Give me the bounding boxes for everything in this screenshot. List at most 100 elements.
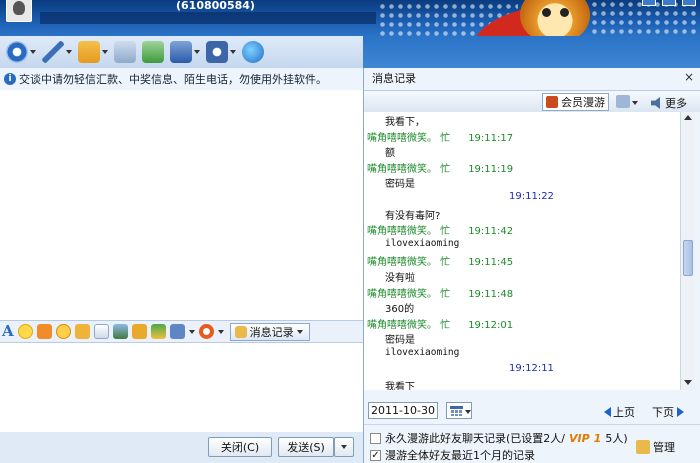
- chat-display-area[interactable]: [0, 90, 363, 320]
- voice-call-button[interactable]: [42, 39, 72, 65]
- history-message-text: ilovexiaoming: [385, 347, 460, 358]
- export-dropdown-icon[interactable]: [632, 101, 638, 105]
- message-history-panel: 消息记录 × 会员漫游 更多 我看下， 嘴角嘻嘻微笑。 忙 19:11:17 额嘴角嘻…: [363, 68, 700, 463]
- message-time: 19:11:45: [468, 257, 514, 269]
- history-sender-line: 嘴角嘻嘻微笑。 忙 19:12:01: [367, 316, 513, 331]
- history-message-text: 我看下: [385, 382, 415, 390]
- history-list[interactable]: 我看下， 嘴角嘻嘻微笑。 忙 19:11:17 额嘴角嘻嘻微笑。 忙 19:11:19 密…: [364, 112, 680, 390]
- vip-roaming-button[interactable]: 会员漫游: [542, 93, 609, 111]
- gift-icon[interactable]: [150, 324, 166, 339]
- music-icon[interactable]: [131, 324, 147, 339]
- scroll-up-icon[interactable]: [684, 115, 692, 120]
- monthly-roaming-text: 漫游全体好友最近1个月的记录: [385, 449, 535, 462]
- send-button[interactable]: 发送(S): [278, 437, 334, 457]
- history-message-text: 额: [385, 148, 395, 160]
- prev-page-label: 上页: [613, 406, 635, 419]
- format-toolbar: A 消息记录: [0, 320, 363, 342]
- message-record-button[interactable]: 消息记录: [229, 322, 310, 341]
- window-controls: [642, 0, 696, 6]
- message-time: 19:11:19: [468, 163, 514, 175]
- voice-icon: [42, 41, 64, 63]
- manage-icon: [636, 440, 650, 454]
- title-bar: (610800584): [0, 0, 700, 36]
- history-title-bar: 消息记录 ×: [364, 68, 700, 88]
- scroll-down-icon[interactable]: [684, 380, 692, 385]
- sender-name: 嘴角嘻嘻微笑。 忙: [367, 226, 451, 238]
- close-window-button[interactable]: [682, 0, 696, 6]
- maximize-button[interactable]: [662, 0, 676, 6]
- more-button[interactable]: 更多: [651, 95, 687, 111]
- history-message-text: 密码是: [385, 179, 415, 191]
- settings-button[interactable]: [206, 39, 236, 65]
- button-bar: 关闭(C) 发送(S): [0, 432, 363, 463]
- arrow-left-icon: [604, 407, 611, 417]
- vip-roaming-label: 会员漫游: [561, 96, 605, 109]
- arrow-right-icon: [677, 407, 684, 417]
- image-icon[interactable]: [112, 324, 128, 339]
- more-label: 更多: [665, 97, 687, 110]
- calendar-button[interactable]: [446, 402, 472, 419]
- next-page-button[interactable]: 下页: [652, 404, 684, 420]
- video-call-button[interactable]: [6, 39, 36, 65]
- thumbs-up-icon[interactable]: [74, 324, 90, 339]
- history-sender-line: 嘴角嘻嘻微笑。 忙 19:11:45: [367, 253, 513, 268]
- calendar-icon: [450, 406, 463, 416]
- history-sender-line: 嘴角嘻嘻微笑。 忙 19:11:17: [367, 129, 513, 144]
- permanent-roaming-checkbox[interactable]: [370, 432, 381, 444]
- message-record-icon: [234, 325, 247, 338]
- vip-badge: VIP: [569, 431, 590, 445]
- self-message-time: 19:11:22: [509, 191, 554, 202]
- doodle-icon[interactable]: [93, 324, 109, 339]
- vip-count: 1: [593, 431, 602, 445]
- file-transfer-button[interactable]: [78, 39, 108, 65]
- permanent-roaming-option[interactable]: 永久漫游此好友聊天记录(已设置2人/VIP 1 5人): [370, 430, 628, 446]
- sender-name: 嘴角嘻嘻微笑。 忙: [367, 257, 451, 269]
- monthly-roaming-checkbox[interactable]: ✓: [370, 449, 381, 461]
- apps-button[interactable]: [170, 39, 200, 65]
- qq-number: (610800584): [176, 0, 255, 12]
- close-icon[interactable]: ×: [684, 70, 694, 84]
- browser-button[interactable]: [242, 39, 264, 65]
- avatar[interactable]: [6, 0, 32, 22]
- close-button[interactable]: 关闭(C): [208, 437, 272, 457]
- message-input[interactable]: [0, 342, 363, 432]
- chat-toolbar: [0, 36, 363, 68]
- sender-name: 嘴角嘻嘻微笑。 忙: [367, 163, 451, 175]
- next-page-label: 下页: [652, 406, 674, 419]
- date-field[interactable]: 2011-10-30: [368, 402, 438, 419]
- permanent-roaming-text: 永久漫游此好友聊天记录(已设置2人/: [385, 432, 565, 445]
- emoticon-icon[interactable]: [17, 324, 33, 339]
- monthly-roaming-option[interactable]: ✓ 漫游全体好友最近1个月的记录: [370, 447, 535, 463]
- shake-icon[interactable]: [55, 324, 71, 339]
- export-icon[interactable]: [616, 95, 630, 108]
- history-navigation: 2011-10-30 上页 下页: [364, 400, 700, 422]
- history-title: 消息记录: [372, 72, 416, 85]
- file-transfer-icon: [78, 41, 100, 63]
- email-button[interactable]: [114, 39, 136, 65]
- toolbar-background-right: [363, 36, 700, 68]
- video-icon: [6, 41, 28, 63]
- sender-name: 嘴角嘻嘻微笑。 忙: [367, 288, 451, 300]
- message-record-label: 消息记录: [249, 325, 294, 339]
- history-sender-line: 嘴角嘻嘻微笑。 忙 19:11:42: [367, 222, 513, 237]
- prev-page-button[interactable]: 上页: [604, 404, 635, 420]
- add-contact-button[interactable]: [142, 39, 164, 65]
- history-sender-line: 嘴角嘻嘻微笑。 忙 19:11:48: [367, 285, 513, 300]
- security-notice-text: 交谈中请勿轻信汇款、中奖信息、陌生电话，勿使用外挂软件。: [19, 73, 327, 86]
- minimize-button[interactable]: [642, 0, 656, 6]
- history-scrollbar[interactable]: [680, 112, 695, 390]
- magic-emoticon-icon[interactable]: [36, 324, 52, 339]
- font-icon[interactable]: A: [2, 324, 14, 339]
- settings-icon: [206, 41, 228, 63]
- history-toolbar: 会员漫游 更多: [364, 90, 700, 112]
- vip-icon: [546, 96, 558, 108]
- history-message-text: ilovexiaoming: [385, 237, 460, 249]
- scroll-thumb[interactable]: [683, 240, 693, 276]
- security-notice: i 交谈中请勿轻信汇款、中奖信息、陌生电话，勿使用外挂软件。: [0, 68, 363, 90]
- screenshot-icon[interactable]: [169, 324, 185, 339]
- speaker-icon: [651, 97, 660, 109]
- sender-name: 嘴角嘻嘻微笑。 忙: [367, 132, 451, 144]
- manage-button[interactable]: 管理: [636, 439, 675, 455]
- mini-app-icon[interactable]: [198, 324, 214, 339]
- send-options-button[interactable]: [334, 437, 354, 457]
